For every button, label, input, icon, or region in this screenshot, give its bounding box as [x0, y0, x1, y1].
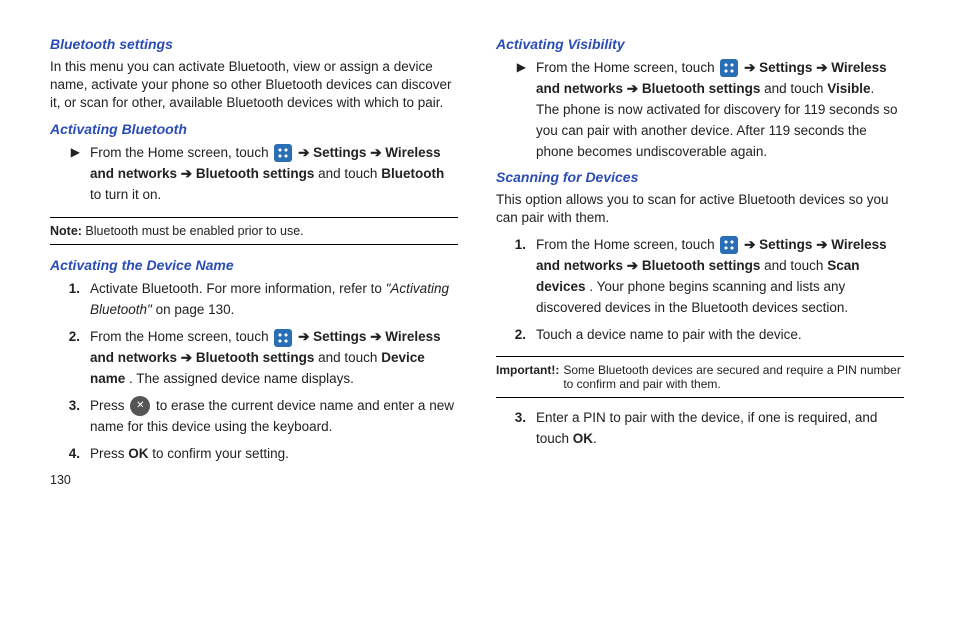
steps-scanning: 1. From the Home screen, touch ➔ Setting… — [496, 235, 904, 346]
nav-arrow-icon: ➔ — [816, 60, 827, 75]
triangle-bullet-icon: ▶ — [496, 58, 536, 163]
page-columns: Bluetooth settings In this menu you can … — [50, 30, 904, 487]
text: From the Home screen, touch — [536, 237, 718, 252]
note-text: Bluetooth must be enabled prior to use. — [82, 224, 304, 238]
text: . — [593, 431, 597, 446]
step-activating-visibility: ▶ From the Home screen, touch ➔ Settings… — [496, 58, 904, 163]
text: and touch — [764, 81, 827, 96]
heading-device-name: Activating the Device Name — [50, 257, 458, 273]
apps-grid-icon — [720, 236, 738, 254]
label-bluetooth-settings: Bluetooth settings — [196, 166, 315, 181]
nav-arrow-icon: ➔ — [627, 258, 638, 273]
steps-device-name: 1. Activate Bluetooth. For more informat… — [50, 279, 458, 464]
step-text: Press OK to confirm your setting. — [90, 444, 458, 465]
label-ok: OK — [128, 446, 148, 461]
text: to confirm your setting. — [152, 446, 289, 461]
list-item: 3. Press ✕ to erase the current device n… — [50, 396, 458, 438]
paragraph-bt-settings: In this menu you can activate Bluetooth,… — [50, 58, 458, 113]
nav-arrow-icon: ➔ — [744, 237, 755, 252]
step-number: 3. — [496, 408, 536, 450]
heading-scanning-devices: Scanning for Devices — [496, 169, 904, 185]
label-bluetooth: Bluetooth — [381, 166, 444, 181]
nav-arrow-icon: ➔ — [370, 329, 381, 344]
label-settings: Settings — [759, 237, 812, 252]
list-item: 2. Touch a device name to pair with the … — [496, 325, 904, 346]
list-item: 2. From the Home screen, touch ➔ Setting… — [50, 327, 458, 390]
right-column: Activating Visibility ▶ From the Home sc… — [496, 30, 904, 487]
text: and touch — [764, 258, 827, 273]
text: on page 130. — [156, 302, 235, 317]
step-number: 3. — [50, 396, 90, 438]
heading-activating-bluetooth: Activating Bluetooth — [50, 121, 458, 137]
steps-scanning-cont: 3. Enter a PIN to pair with the device, … — [496, 408, 904, 450]
important-label: Important!: — [496, 363, 563, 391]
nav-arrow-icon: ➔ — [181, 166, 192, 181]
nav-arrow-icon: ➔ — [298, 329, 309, 344]
text: Press — [90, 446, 128, 461]
page-number: 130 — [50, 473, 458, 487]
step-text: From the Home screen, touch ➔ Settings ➔… — [536, 235, 904, 319]
left-column: Bluetooth settings In this menu you can … — [50, 30, 458, 487]
heading-activating-visibility: Activating Visibility — [496, 36, 904, 52]
step-text: Press ✕ to erase the current device name… — [90, 396, 458, 438]
step-text: Activate Bluetooth. For more information… — [90, 279, 458, 321]
text: From the Home screen, touch — [90, 329, 272, 344]
list-item: 3. Enter a PIN to pair with the device, … — [496, 408, 904, 450]
step-number: 1. — [496, 235, 536, 319]
label-settings: Settings — [313, 329, 366, 344]
label-ok: OK — [573, 431, 593, 446]
step-number: 1. — [50, 279, 90, 321]
step-activating-bluetooth: ▶ From the Home screen, touch ➔ Settings… — [50, 143, 458, 206]
paragraph-scan-intro: This option allows you to scan for activ… — [496, 191, 904, 227]
text: From the Home screen, touch — [90, 145, 272, 160]
apps-grid-icon — [720, 59, 738, 77]
text: The phone is now activated for discovery… — [536, 102, 897, 159]
text: to turn it on. — [90, 187, 161, 202]
nav-arrow-icon: ➔ — [298, 145, 309, 160]
triangle-bullet-icon: ▶ — [50, 143, 90, 206]
text: Press — [90, 398, 128, 413]
label-bluetooth-settings: Bluetooth settings — [642, 258, 761, 273]
step-text: Enter a PIN to pair with the device, if … — [536, 408, 904, 450]
apps-grid-icon — [274, 329, 292, 347]
step-text: From the Home screen, touch ➔ Settings ➔… — [536, 58, 904, 163]
apps-grid-icon — [274, 144, 292, 162]
heading-bluetooth-settings: Bluetooth settings — [50, 36, 458, 52]
step-text: Touch a device name to pair with the dev… — [536, 325, 904, 346]
note-box: Note: Bluetooth must be enabled prior to… — [50, 217, 458, 245]
step-number: 4. — [50, 444, 90, 465]
nav-arrow-icon: ➔ — [627, 81, 638, 96]
list-item: 4. Press OK to confirm your setting. — [50, 444, 458, 465]
step-text: From the Home screen, touch ➔ Settings ➔… — [90, 143, 458, 206]
step-number: 2. — [50, 327, 90, 390]
step-text: From the Home screen, touch ➔ Settings ➔… — [90, 327, 458, 390]
note-label: Note: — [50, 224, 82, 238]
nav-arrow-icon: ➔ — [181, 350, 192, 365]
text: Activate Bluetooth. For more information… — [90, 281, 386, 296]
label-bluetooth-settings: Bluetooth settings — [642, 81, 761, 96]
important-text: Some Bluetooth devices are secured and r… — [563, 363, 904, 391]
list-item: 1. Activate Bluetooth. For more informat… — [50, 279, 458, 321]
nav-arrow-icon: ➔ — [370, 145, 381, 160]
important-box: Important!: Some Bluetooth devices are s… — [496, 356, 904, 398]
label-bluetooth-settings: Bluetooth settings — [196, 350, 315, 365]
text: . — [870, 81, 874, 96]
text: and touch — [318, 350, 381, 365]
nav-arrow-icon: ➔ — [744, 60, 755, 75]
delete-circle-icon: ✕ — [130, 396, 150, 416]
label-visible: Visible — [827, 81, 870, 96]
nav-arrow-icon: ➔ — [816, 237, 827, 252]
label-settings: Settings — [759, 60, 812, 75]
text: and touch — [318, 166, 381, 181]
label-settings: Settings — [313, 145, 366, 160]
list-item: 1. From the Home screen, touch ➔ Setting… — [496, 235, 904, 319]
text: . The assigned device name displays. — [129, 371, 354, 386]
step-number: 2. — [496, 325, 536, 346]
text: From the Home screen, touch — [536, 60, 718, 75]
